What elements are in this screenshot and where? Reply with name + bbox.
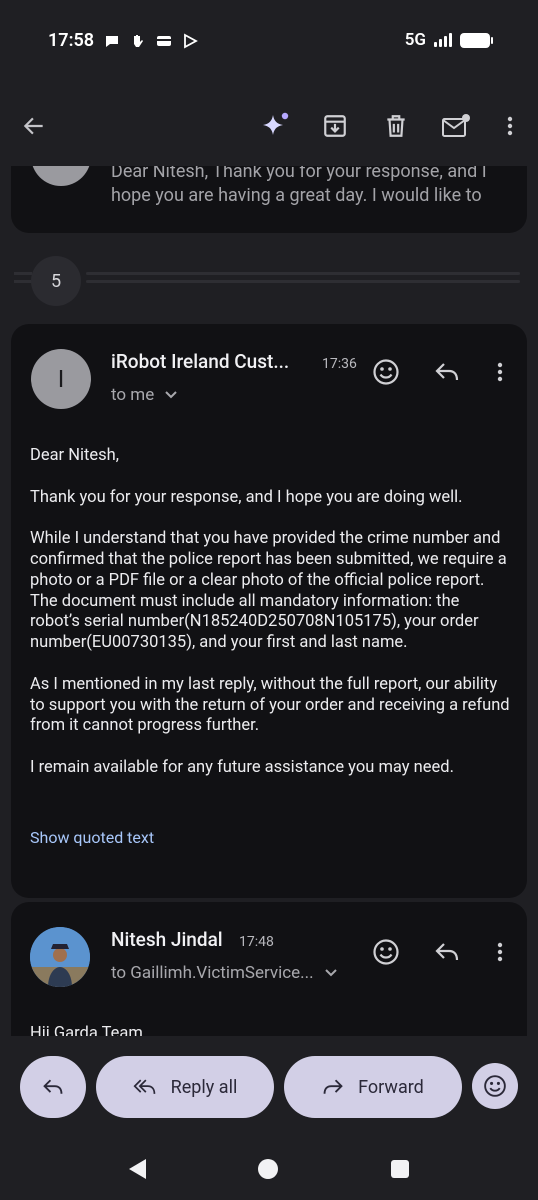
- chevron-down-icon: [165, 391, 177, 399]
- avatar[interactable]: [30, 927, 90, 987]
- play-store-icon: [184, 33, 198, 49]
- reply-button[interactable]: [427, 932, 467, 972]
- reply-all-icon: [133, 1079, 155, 1094]
- mark-unread-icon: [442, 114, 470, 137]
- gemini-sparkle-icon: [263, 112, 289, 135]
- previous-message-snippet: Dear Nitesh, Thank you for your response…: [111, 166, 487, 206]
- add-reaction-button[interactable]: [366, 352, 406, 392]
- archive-icon: [324, 115, 346, 137]
- thread-content[interactable]: Dear Nitesh, Thank you for your response…: [0, 166, 538, 1036]
- collapsed-line: [14, 272, 32, 275]
- previous-message-card[interactable]: Dear Nitesh, Thank you for your response…: [11, 166, 527, 233]
- reply-icon: [435, 943, 459, 961]
- recipient-toggle[interactable]: to me: [111, 385, 178, 405]
- body-paragraph: I remain available for any future assist…: [30, 757, 454, 777]
- profile-photo: [30, 927, 90, 987]
- collapsed-line: [86, 280, 520, 283]
- forward-button[interactable]: Forward: [284, 1056, 462, 1118]
- nav-home-icon[interactable]: [257, 1158, 279, 1180]
- message-body: Dear Nitesh, Thank you for your response…: [30, 446, 510, 800]
- collapsed-messages[interactable]: 5: [0, 254, 538, 306]
- collapsed-count-badge[interactable]: 5: [31, 256, 81, 306]
- body-paragraph: Thank you for your response, and I hope …: [30, 487, 463, 507]
- arrow-left-icon: [23, 117, 43, 135]
- avatar: [31, 166, 91, 186]
- recipient-label: to Gaillimh.VictimService...: [111, 963, 314, 983]
- reply-all-button[interactable]: Reply all: [96, 1056, 274, 1118]
- body-paragraph: While I understand that you have provide…: [30, 529, 507, 653]
- system-navigation-bar: [0, 1136, 538, 1200]
- archive-button[interactable]: [315, 106, 355, 146]
- chevron-down-icon: [324, 969, 337, 977]
- chat-bubble-icon: [106, 36, 118, 47]
- sender-avatar[interactable]: I: [31, 349, 91, 409]
- network-type: 5G: [404, 30, 426, 50]
- forward-icon: [323, 1079, 343, 1094]
- nav-back-icon[interactable]: [126, 1158, 148, 1180]
- notification-icons: [104, 33, 198, 49]
- trash-icon: [387, 115, 405, 137]
- signal-icon: [434, 33, 452, 47]
- back-button[interactable]: [14, 106, 54, 146]
- reaction-button[interactable]: [472, 1063, 518, 1109]
- more-vert-icon: [497, 362, 503, 382]
- recipient-label: to me: [111, 385, 155, 405]
- reply-button[interactable]: [427, 352, 467, 392]
- top-toolbar: [0, 88, 538, 166]
- status-time: 17:58: [48, 30, 95, 51]
- hand-icon: [134, 35, 143, 47]
- gemini-button[interactable]: [255, 106, 295, 146]
- bottom-action-bar: Reply all Forward: [0, 1036, 538, 1136]
- nav-recents-icon[interactable]: [390, 1159, 410, 1179]
- next-message-snippet: Hii Garda Team: [30, 1024, 143, 1036]
- body-paragraph: Dear Nitesh,: [30, 446, 120, 465]
- message-time: 17:36: [322, 356, 357, 372]
- mark-unread-button[interactable]: [436, 106, 476, 146]
- recipient-toggle[interactable]: to Gaillimh.VictimService...: [111, 963, 338, 983]
- collapsed-line: [14, 280, 32, 283]
- delete-button[interactable]: [376, 106, 416, 146]
- forward-label: Forward: [358, 1076, 424, 1098]
- wallet-icon: [157, 36, 171, 46]
- reply-pill-button[interactable]: [20, 1056, 86, 1118]
- message-more-button[interactable]: [480, 352, 520, 392]
- emoji-icon: [373, 359, 399, 385]
- more-vert-icon: [507, 116, 513, 136]
- battery-icon: [460, 32, 493, 48]
- status-right: 5G: [404, 30, 493, 50]
- body-paragraph: As I mentioned in my last reply, without…: [30, 674, 510, 736]
- reply-icon: [435, 363, 459, 381]
- next-message-card[interactable]: Nitesh Jindal 17:48 to Gaillimh.VictimSe…: [11, 902, 527, 1036]
- sender-name: Nitesh Jindal: [111, 928, 223, 951]
- reply-icon: [43, 1079, 63, 1094]
- add-reaction-button[interactable]: [366, 932, 406, 972]
- message-time: 17:48: [239, 934, 274, 950]
- more-vert-icon: [497, 942, 503, 962]
- reply-all-label: Reply all: [170, 1076, 238, 1098]
- emoji-icon: [484, 1075, 506, 1097]
- message-more-button[interactable]: [480, 932, 520, 972]
- message-card: I iRobot Ireland Cust... 17:36 to me Dea…: [11, 324, 527, 898]
- status-bar: 17:58 5G: [0, 0, 538, 88]
- more-options-button[interactable]: [490, 106, 530, 146]
- show-quoted-text-link[interactable]: Show quoted text: [30, 828, 154, 847]
- collapsed-line: [86, 272, 520, 275]
- sender-name: iRobot Ireland Cust...: [111, 350, 290, 373]
- emoji-icon: [373, 939, 399, 965]
